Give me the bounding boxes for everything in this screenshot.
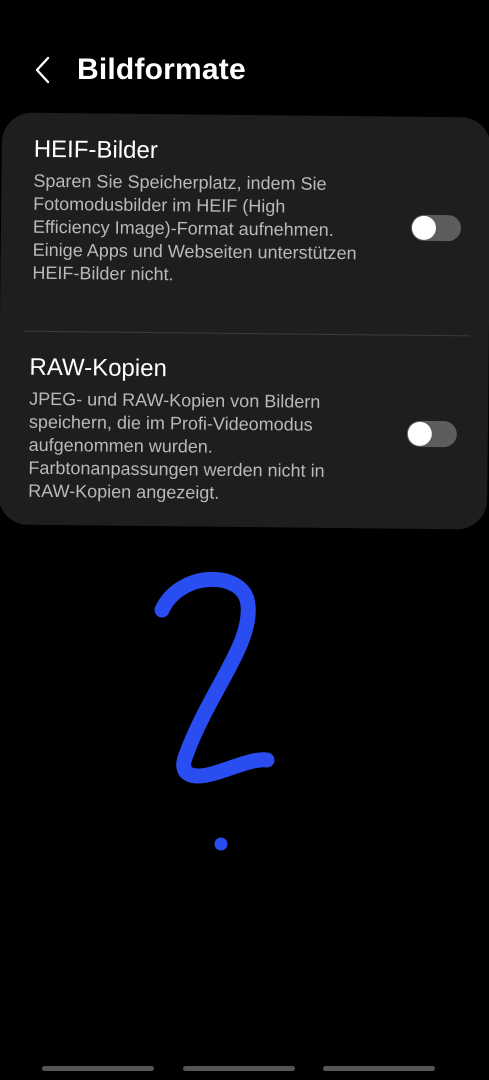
setting-description: JPEG- und RAW-Kopien von Bildern speiche…: [28, 388, 325, 503]
settings-card: HEIF-Bilder Sparen Sie Speicherplatz, in…: [0, 112, 489, 530]
question-mark-doodle: [154, 571, 275, 851]
page-title: Bildformate: [77, 53, 246, 86]
setting-description: Sparen Sie Speicherplatz, indem Sie Foto…: [32, 170, 357, 285]
toggle-knob: [407, 421, 432, 446]
divider: [23, 330, 470, 337]
raw-toggle[interactable]: [406, 420, 457, 448]
setting-raw-copies[interactable]: RAW-Kopien JPEG- und RAW-Kopien von Bild…: [0, 352, 489, 503]
chevron-left-icon: [35, 56, 50, 84]
setting-title: HEIF-Bilder: [33, 135, 158, 165]
gesture-nav-bar: [0, 1060, 489, 1080]
setting-title: RAW-Kopien: [29, 353, 168, 383]
heif-toggle[interactable]: [410, 214, 462, 242]
back-button[interactable]: [28, 52, 56, 88]
setting-heif-images[interactable]: HEIF-Bilder Sparen Sie Speicherplatz, in…: [2, 134, 489, 284]
toggle-knob: [411, 215, 437, 240]
app-bar: Bildformate: [0, 40, 489, 100]
